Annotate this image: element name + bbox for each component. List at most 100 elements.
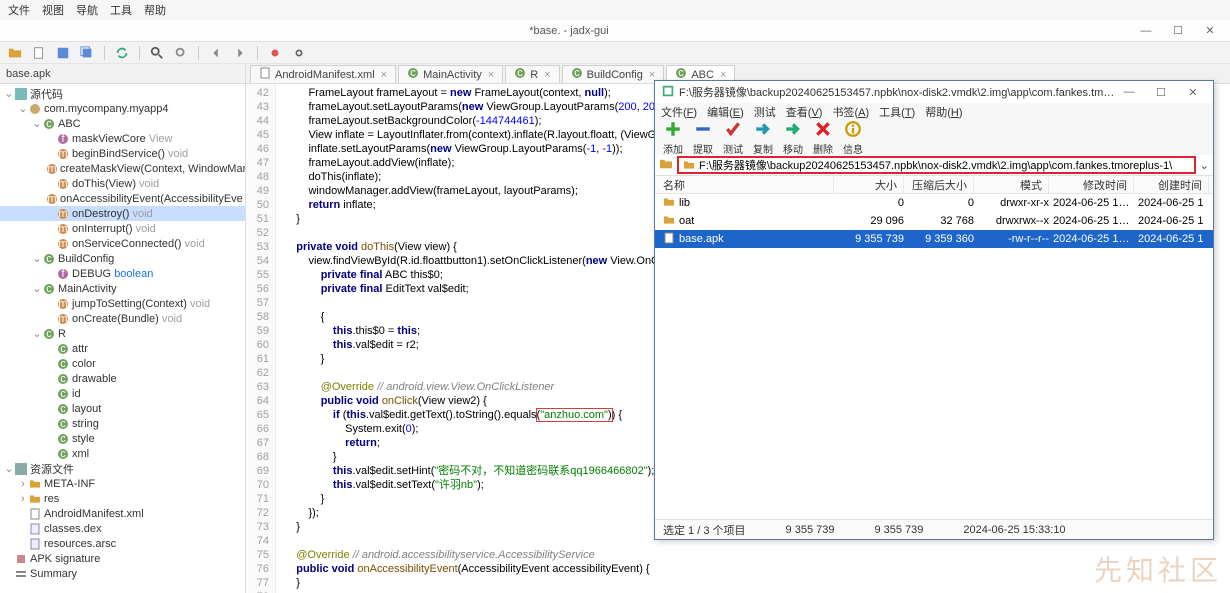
tree-node[interactable]: ⌄ com.mycompany.myapp4: [0, 101, 245, 116]
fm-menu-item[interactable]: 测试: [754, 104, 776, 120]
tree-node[interactable]: c attr: [0, 341, 245, 356]
tree-node[interactable]: m onInterrupt() void: [0, 221, 245, 236]
tree-twisty-icon[interactable]: ⌄: [32, 117, 42, 130]
fm-col-header[interactable]: 名称: [659, 177, 834, 193]
fm-row[interactable]: oat 29 096 32 768 drwxrwx--x 2024-06-25 …: [655, 212, 1213, 230]
tree-node[interactable]: ⌄ 源代码: [0, 86, 245, 101]
fm-menu-item[interactable]: 编辑(E): [707, 104, 744, 120]
editor-tab[interactable]: c BuildConfig ×: [562, 65, 665, 83]
tree-twisty-icon[interactable]: ⌄: [32, 282, 42, 295]
back-icon[interactable]: [207, 44, 225, 62]
tree-node[interactable]: m doThis(View) void: [0, 176, 245, 191]
open-icon[interactable]: [6, 44, 24, 62]
fm-col-header[interactable]: 压缩后大小: [904, 177, 974, 193]
tree-twisty-icon[interactable]: ⌄: [32, 252, 42, 265]
fm-tb-信息[interactable]: 信息: [839, 120, 867, 156]
debug-icon[interactable]: [266, 44, 284, 62]
tree-node[interactable]: ⌄ 资源文件: [0, 461, 245, 476]
fm-path-folder-icon[interactable]: [659, 158, 673, 173]
tab-close-icon[interactable]: ×: [488, 69, 494, 81]
fm-tb-删除[interactable]: 删除: [809, 120, 837, 156]
search-icon[interactable]: [148, 44, 166, 62]
tree-twisty-icon[interactable]: ⌄: [18, 102, 28, 115]
tree-node[interactable]: APK signature: [0, 551, 245, 566]
tree-node[interactable]: c string: [0, 416, 245, 431]
tree-node[interactable]: c style: [0, 431, 245, 446]
tree-twisty-icon[interactable]: ›: [18, 493, 28, 505]
editor-tab[interactable]: c R ×: [505, 65, 559, 83]
tree-node[interactable]: c color: [0, 356, 245, 371]
tree-twisty-icon[interactable]: ›: [18, 478, 28, 490]
tree-node[interactable]: m beginBindService() void: [0, 146, 245, 161]
tree-node[interactable]: › res: [0, 491, 245, 506]
fm-file-list[interactable]: 名称大小压缩后大小模式修改时间创建时间 lib 0 0 drwxr-xr-x 2…: [655, 175, 1213, 519]
tree-node[interactable]: m onDestroy() void: [0, 206, 245, 221]
fm-tb-复制[interactable]: 复制: [749, 120, 777, 156]
fm-tb-移动[interactable]: 移动: [779, 120, 807, 156]
tree-node[interactable]: m onCreate(Bundle) void: [0, 311, 245, 326]
tree-twisty-icon[interactable]: ⌄: [32, 327, 42, 340]
fm-col-header[interactable]: 模式: [974, 177, 1049, 193]
tree-node[interactable]: ⌄ c MainActivity: [0, 281, 245, 296]
fm-minimize-icon[interactable]: ―: [1115, 84, 1143, 100]
fm-menu-item[interactable]: 查看(V): [786, 104, 823, 120]
jadx-menu-item[interactable]: 导航: [76, 2, 98, 18]
jadx-menu-item[interactable]: 文件: [8, 2, 30, 18]
fm-col-header[interactable]: 创建时间: [1134, 177, 1209, 193]
tree-node[interactable]: m onAccessibilityEvent(AccessibilityEve: [0, 191, 245, 206]
fm-row[interactable]: lib 0 0 drwxr-xr-x 2024-06-25 1… 2024-06…: [655, 194, 1213, 212]
save-icon[interactable]: [54, 44, 72, 62]
fm-tb-提取[interactable]: 提取: [689, 120, 717, 156]
tab-close-icon[interactable]: ×: [381, 69, 387, 81]
tree-node[interactable]: f DEBUG boolean: [0, 266, 245, 281]
tab-close-icon[interactable]: ×: [544, 69, 550, 81]
sync-icon[interactable]: [113, 44, 131, 62]
tree-node[interactable]: ⌄ c ABC: [0, 116, 245, 131]
tab-close-icon[interactable]: ×: [649, 69, 655, 81]
fm-tb-添加[interactable]: 添加: [659, 120, 687, 156]
fm-menu-item[interactable]: 工具(T): [879, 104, 915, 120]
tree-node[interactable]: c drawable: [0, 371, 245, 386]
tree-node[interactable]: m onServiceConnected() void: [0, 236, 245, 251]
tree-node[interactable]: c layout: [0, 401, 245, 416]
tree-node[interactable]: ⌄ c BuildConfig: [0, 251, 245, 266]
tab-close-icon[interactable]: ×: [720, 69, 726, 81]
tree-node[interactable]: c id: [0, 386, 245, 401]
fm-menu-item[interactable]: 书签(A): [832, 104, 869, 120]
settings-icon[interactable]: [290, 44, 308, 62]
fm-maximize-icon[interactable]: ☐: [1147, 84, 1175, 100]
tree-node[interactable]: Summary: [0, 566, 245, 581]
tree-node[interactable]: resources.arsc: [0, 536, 245, 551]
tree-node[interactable]: f maskViewCore View: [0, 131, 245, 146]
tree-twisty-icon[interactable]: ⌄: [4, 462, 14, 475]
minimize-icon[interactable]: ―: [1132, 23, 1160, 39]
tree-node[interactable]: ⌄ c R: [0, 326, 245, 341]
saveall-icon[interactable]: [78, 44, 96, 62]
fm-path-input[interactable]: F:\服务器镜像\backup20240625153457.npbk\nox-d…: [677, 156, 1196, 174]
tree-node[interactable]: m createMaskView(Context, WindowManager: [0, 161, 245, 176]
close-icon[interactable]: ✕: [1196, 23, 1224, 39]
tree-node[interactable]: classes.dex: [0, 521, 245, 536]
find-icon[interactable]: [172, 44, 190, 62]
fm-header-row[interactable]: 名称大小压缩后大小模式修改时间创建时间: [655, 176, 1213, 194]
fm-col-header[interactable]: 修改时间: [1049, 177, 1134, 193]
fm-close-icon[interactable]: ✕: [1179, 84, 1207, 100]
left-tab[interactable]: base.apk: [0, 64, 245, 84]
fm-col-header[interactable]: 大小: [834, 177, 904, 193]
jadx-menu-item[interactable]: 工具: [110, 2, 132, 18]
fm-menu-item[interactable]: 文件(F): [661, 104, 697, 120]
tree-twisty-icon[interactable]: ⌄: [4, 87, 14, 100]
jadx-tree[interactable]: ⌄ 源代码 ⌄ com.mycompany.myapp4 ⌄ c ABC f m…: [0, 84, 245, 593]
jadx-menu-item[interactable]: 帮助: [144, 2, 166, 18]
new-icon[interactable]: [30, 44, 48, 62]
editor-tab[interactable]: AndroidManifest.xml ×: [250, 65, 396, 83]
fm-tb-测试[interactable]: 测试: [719, 120, 747, 156]
fm-path-dropdown-icon[interactable]: ⌄: [1200, 159, 1209, 172]
tree-node[interactable]: c xml: [0, 446, 245, 461]
jadx-menu-item[interactable]: 视图: [42, 2, 64, 18]
tree-node[interactable]: m jumpToSetting(Context) void: [0, 296, 245, 311]
tree-node[interactable]: AndroidManifest.xml: [0, 506, 245, 521]
tree-node[interactable]: › META-INF: [0, 476, 245, 491]
fm-row[interactable]: base.apk 9 355 739 9 359 360 -rw-r--r-- …: [655, 230, 1213, 248]
editor-tab[interactable]: c MainActivity ×: [398, 65, 503, 83]
